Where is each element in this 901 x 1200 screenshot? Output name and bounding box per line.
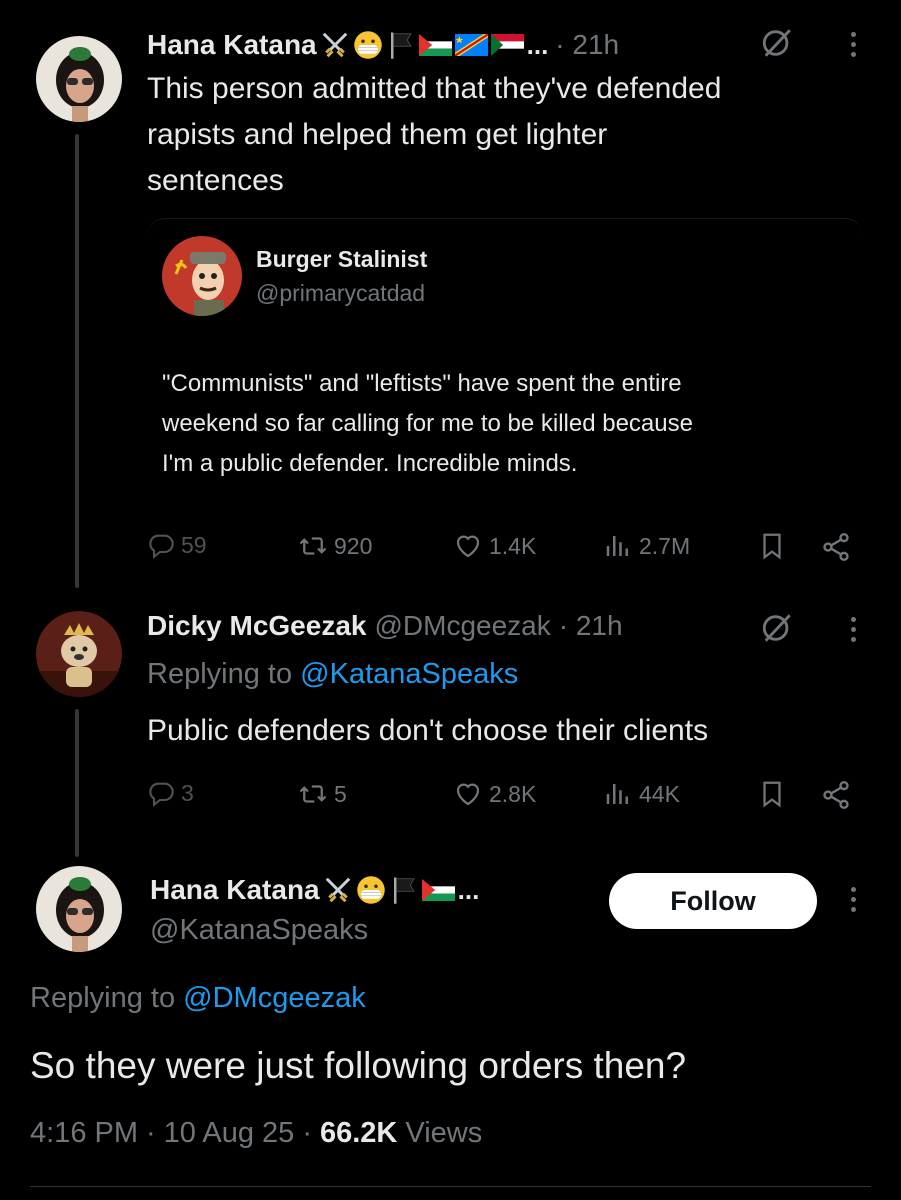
- thread-line: [75, 709, 79, 857]
- repost-icon: [298, 779, 328, 809]
- grok-icon[interactable]: [760, 611, 794, 645]
- share-icon[interactable]: [820, 531, 852, 563]
- tweet-text-line: sentences: [147, 164, 284, 197]
- quote-display-name[interactable]: Burger Stalinist: [256, 246, 427, 273]
- crossed-swords-icon: [323, 875, 353, 905]
- palestine-flag-icon: [422, 879, 455, 901]
- avatar-burger-stalinist[interactable]: [162, 236, 242, 316]
- views-count: 44K: [639, 780, 680, 807]
- separator-dot: ·: [302, 1117, 312, 1149]
- bookmark-icon[interactable]: [757, 531, 787, 561]
- name-ellipsis: ...: [457, 874, 480, 905]
- tweet-time[interactable]: · 21h: [559, 610, 623, 642]
- separator-dot: ·: [146, 1117, 156, 1149]
- views-label: Views: [405, 1117, 483, 1149]
- repost-button[interactable]: 5: [298, 779, 347, 809]
- black-flag-icon: [386, 30, 416, 60]
- avatar-hana-katana[interactable]: [36, 866, 122, 952]
- like-icon: [453, 531, 483, 561]
- reply-count: 3: [181, 779, 194, 806]
- display-name[interactable]: Hana Katana: [147, 29, 317, 61]
- mask-face-icon: [356, 875, 386, 905]
- quote-text-line: weekend so far calling for me to be kill…: [162, 410, 693, 437]
- reply-count: 59: [181, 531, 207, 558]
- more-icon[interactable]: [851, 887, 856, 912]
- quote-text-line: I'm a public defender. Incredible minds.: [162, 450, 578, 477]
- views-count: 66.2K: [319, 1117, 398, 1149]
- like-button[interactable]: 1.4K: [453, 531, 536, 561]
- replying-to: Replying to @KatanaSpeaks: [147, 658, 518, 691]
- quote-text: "Communists" and "leftists" have spent t…: [162, 364, 862, 484]
- like-button[interactable]: 2.8K: [453, 779, 536, 809]
- tweet1-header: Hana Katana ... · 21h: [147, 26, 619, 64]
- palestine-flag-icon: [419, 34, 452, 56]
- tweet-time[interactable]: · 21h: [555, 29, 619, 61]
- more-icon[interactable]: [851, 617, 856, 642]
- black-flag-icon: [389, 875, 419, 905]
- replying-prefix: Replying to: [30, 982, 176, 1014]
- replying-handle[interactable]: @DMcgeezak: [183, 982, 366, 1014]
- bottom-divider: [30, 1186, 871, 1187]
- quote-handle[interactable]: @primarycatdad: [256, 280, 425, 307]
- grok-icon[interactable]: [760, 26, 794, 60]
- crossed-swords-icon: [320, 30, 350, 60]
- like-count: 2.8K: [489, 780, 537, 807]
- replying-handle[interactable]: @KatanaSpeaks: [300, 658, 518, 690]
- tweet3-header: Hana Katana ...: [150, 870, 479, 910]
- reply-icon: [147, 779, 175, 807]
- views-button[interactable]: 44K: [603, 779, 680, 809]
- tweet-text: This person admitted that they've defend…: [147, 66, 867, 204]
- more-icon[interactable]: [851, 32, 856, 57]
- tweet-timestamp[interactable]: 4:16 PM: [30, 1117, 138, 1150]
- tweet2-header: Dicky McGeezak @DMcgeezak · 21h: [147, 610, 623, 642]
- bookmark-icon[interactable]: [757, 779, 787, 809]
- like-icon: [453, 779, 483, 809]
- main-tweet-text: So they were just following orders then?: [30, 1045, 687, 1086]
- replying-prefix: Replying to: [147, 658, 293, 690]
- handle[interactable]: @KatanaSpeaks: [150, 914, 368, 947]
- thread-line: [75, 134, 79, 588]
- tweet-text-line: rapists and helped them get lighter: [147, 118, 608, 151]
- congo-flag-icon: [455, 34, 488, 56]
- repost-count: 5: [334, 780, 347, 807]
- views-button[interactable]: 2.7M: [603, 531, 690, 561]
- handle[interactable]: @DMcgeezak: [374, 610, 550, 642]
- reply-icon: [147, 531, 175, 559]
- views-count: 2.7M: [639, 532, 691, 559]
- sudan-flag-icon: [491, 34, 524, 56]
- display-name[interactable]: Dicky McGeezak: [147, 610, 366, 642]
- views-icon: [603, 531, 633, 561]
- tweet-date[interactable]: 10 Aug 25: [164, 1117, 295, 1150]
- avatar-dicky-mcgeezak[interactable]: [36, 611, 122, 697]
- reply-button[interactable]: 3: [147, 779, 194, 807]
- repost-icon: [298, 531, 328, 561]
- mask-face-icon: [353, 30, 383, 60]
- share-icon[interactable]: [820, 779, 852, 811]
- quote-text-line: "Communists" and "leftists" have spent t…: [162, 370, 682, 397]
- repost-button[interactable]: 920: [298, 531, 372, 561]
- avatar-hana-katana[interactable]: [36, 36, 122, 122]
- follow-button[interactable]: Follow: [609, 873, 817, 929]
- repost-count: 920: [334, 532, 373, 559]
- name-ellipsis: ...: [526, 29, 549, 60]
- reply-button[interactable]: 59: [147, 531, 207, 559]
- display-name[interactable]: Hana Katana: [150, 874, 320, 906]
- like-count: 1.4K: [489, 532, 537, 559]
- views-icon: [603, 779, 633, 809]
- replying-to: Replying to @DMcgeezak: [30, 982, 366, 1015]
- tweet-text: Public defenders don't choose their clie…: [147, 714, 709, 747]
- tweet-meta: 4:16 PM · 10 Aug 25 · 66.2K Views: [30, 1117, 482, 1150]
- tweet-text-line: This person admitted that they've defend…: [147, 72, 722, 105]
